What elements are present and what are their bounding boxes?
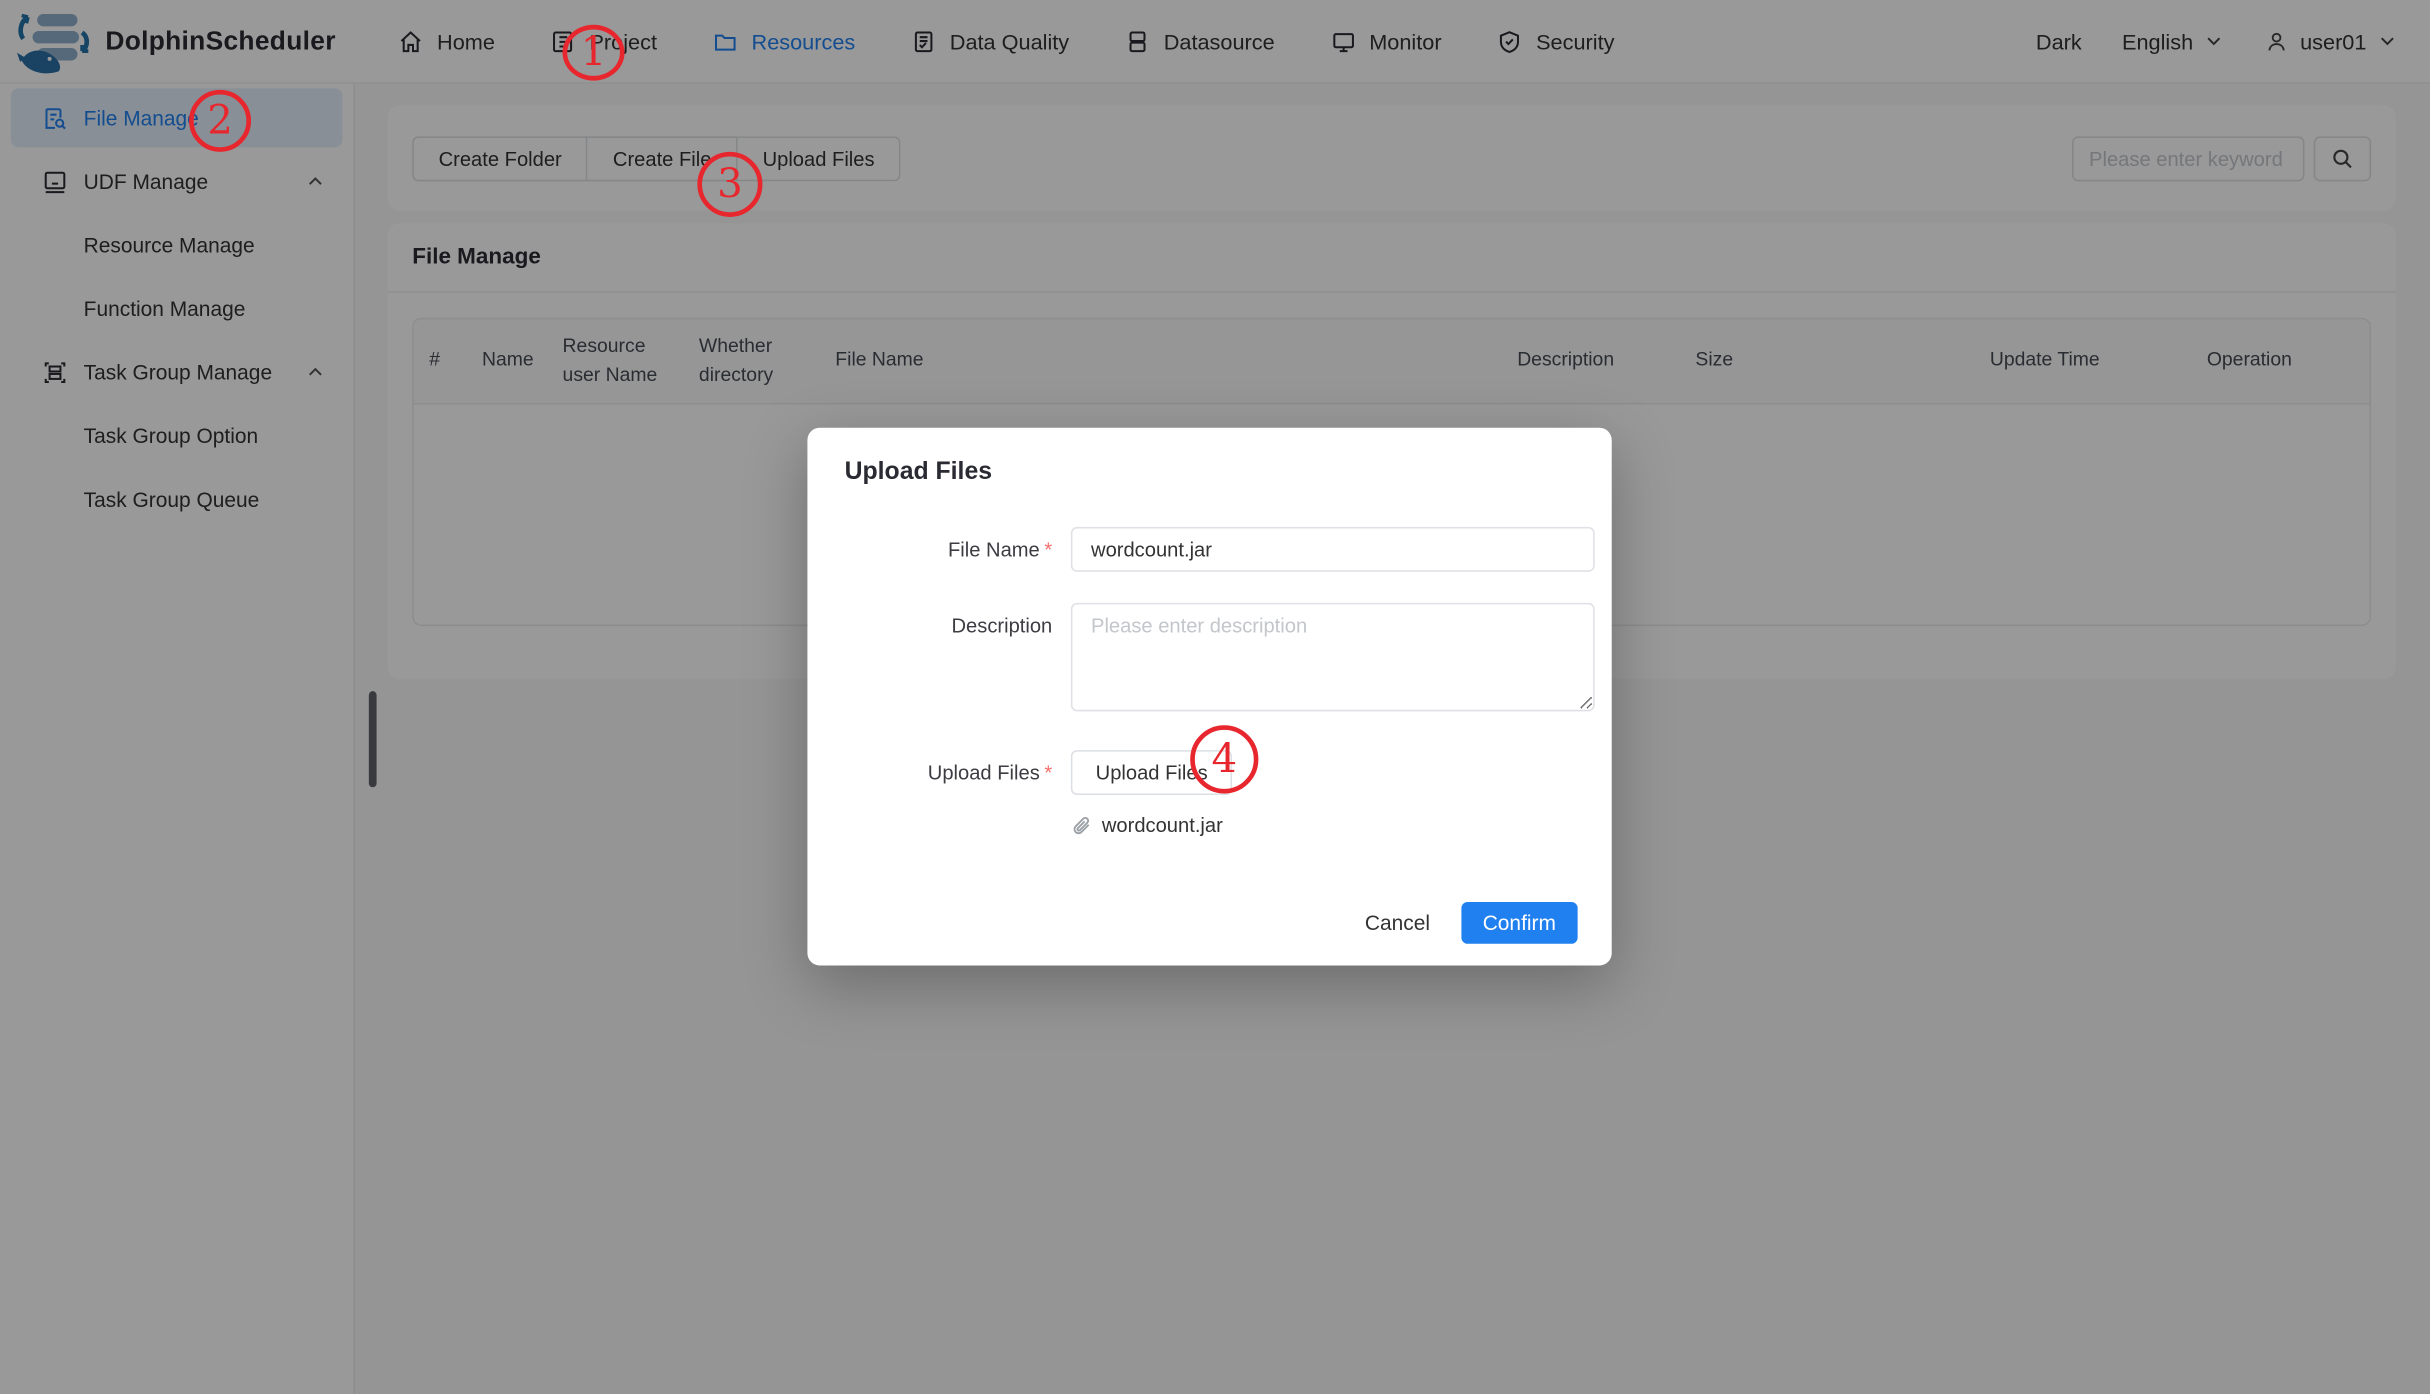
description-label-text: Description	[951, 613, 1053, 637]
modal-title: Upload Files	[844, 458, 993, 486]
paperclip-icon	[1071, 814, 1093, 836]
modal-footer: Cancel Confirm	[1362, 901, 1578, 944]
file-name-row: File Name *	[845, 526, 1595, 572]
upload-files-label: Upload Files *	[845, 750, 1059, 795]
file-name-label-text: File Name	[947, 537, 1040, 562]
attached-file-name: wordcount.jar	[1101, 813, 1223, 837]
description-textarea[interactable]	[1070, 602, 1595, 712]
file-name-label: File Name *	[845, 527, 1059, 572]
required-asterisk: *	[1044, 760, 1053, 785]
annotation-circle-2: 2	[189, 89, 252, 152]
required-asterisk: *	[1044, 537, 1053, 562]
annotation-circle-4: 4	[1190, 725, 1259, 794]
upload-files-modal: Upload Files File Name* Description Uplo…	[807, 427, 1612, 966]
file-name-input[interactable]	[1070, 526, 1595, 572]
annotation-circle-1: 1	[562, 24, 625, 81]
attached-file[interactable]: wordcount.jar	[1071, 814, 1578, 837]
description-label: Description	[845, 603, 1059, 719]
confirm-button[interactable]: Confirm	[1460, 901, 1578, 944]
annotation-circle-3: 3	[697, 151, 763, 217]
description-row: Description	[845, 602, 1595, 719]
upload-files-label-text: Upload Files	[927, 760, 1040, 785]
cancel-button[interactable]: Cancel	[1362, 903, 1433, 942]
